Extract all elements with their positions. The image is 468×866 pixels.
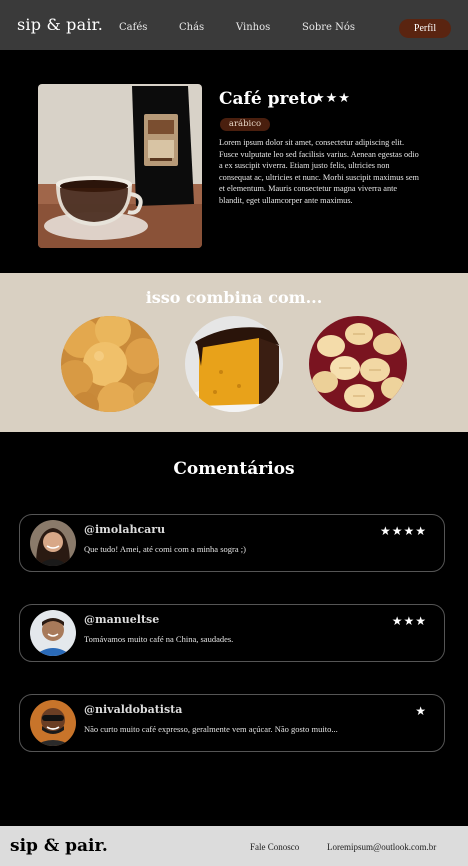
footer-logo[interactable]: sip & pair. (10, 836, 108, 856)
nav-link-sobre-nos[interactable]: Sobre Nós (302, 22, 355, 33)
user-avatar-photo (30, 610, 76, 656)
nav-link-chas[interactable]: Chás (179, 22, 204, 33)
product-description: Lorem ipsum dolor sit amet, consectetur … (219, 138, 420, 205)
comment-text: Que tudo! Amei, até comi com a minha sog… (84, 544, 246, 554)
product-type-badge: arábico (220, 118, 270, 131)
comment-author[interactable]: @nivaldobatista (84, 703, 182, 716)
comment-card: @imolahcaru Que tudo! Amei, até comi com… (19, 514, 445, 572)
profile-button[interactable]: Perfil (399, 19, 451, 38)
avatar[interactable] (30, 610, 76, 656)
chocolate-cake-photo (185, 316, 283, 412)
email-link[interactable]: Loremipsum@outlook.com.br (327, 842, 436, 852)
nav-link-vinhos[interactable]: Vinhos (236, 22, 270, 33)
pairing-item-biscoitos[interactable] (309, 316, 407, 412)
comment-text: Tomávamos muito café na China, saudades. (84, 634, 234, 644)
product-image (38, 84, 202, 248)
pairing-item-pao-de-queijo[interactable] (61, 316, 159, 412)
comment-text: Não curto muito café expresso, geralment… (84, 724, 338, 734)
avatar[interactable] (30, 700, 76, 746)
comment-rating-stars: ★★★ (391, 614, 427, 628)
user-avatar-photo (30, 700, 76, 746)
pairing-title: isso combina com... (145, 288, 323, 307)
cheese-bread-photo (61, 316, 159, 412)
top-nav-bar: sip & pair. Cafés Chás Vinhos Sobre Nós … (0, 0, 468, 50)
footer: sip & pair. Fale Conosco Loremipsum@outl… (0, 826, 468, 866)
product-title: Café preto (219, 89, 319, 109)
comment-author[interactable]: @imolahcaru (84, 523, 165, 536)
comment-rating-stars: ★ (415, 704, 427, 718)
coffee-cup-photo (38, 84, 202, 248)
cookies-photo (309, 316, 407, 412)
pairing-item-bolo[interactable] (185, 316, 283, 412)
avatar[interactable] (30, 520, 76, 566)
product-rating-stars: ★★★ (313, 91, 351, 106)
comment-author[interactable]: @manueltse (84, 613, 159, 626)
contact-link[interactable]: Fale Conosco (250, 842, 299, 852)
comment-rating-stars: ★★★★ (379, 524, 427, 538)
comments-title: Comentários (173, 459, 295, 479)
user-avatar-photo (30, 520, 76, 566)
comment-card: @manueltse Tomávamos muito café na China… (19, 604, 445, 662)
nav-link-cafes[interactable]: Cafés (119, 22, 147, 33)
comment-card: @nivaldobatista Não curto muito café exp… (19, 694, 445, 752)
site-logo[interactable]: sip & pair. (17, 15, 103, 34)
